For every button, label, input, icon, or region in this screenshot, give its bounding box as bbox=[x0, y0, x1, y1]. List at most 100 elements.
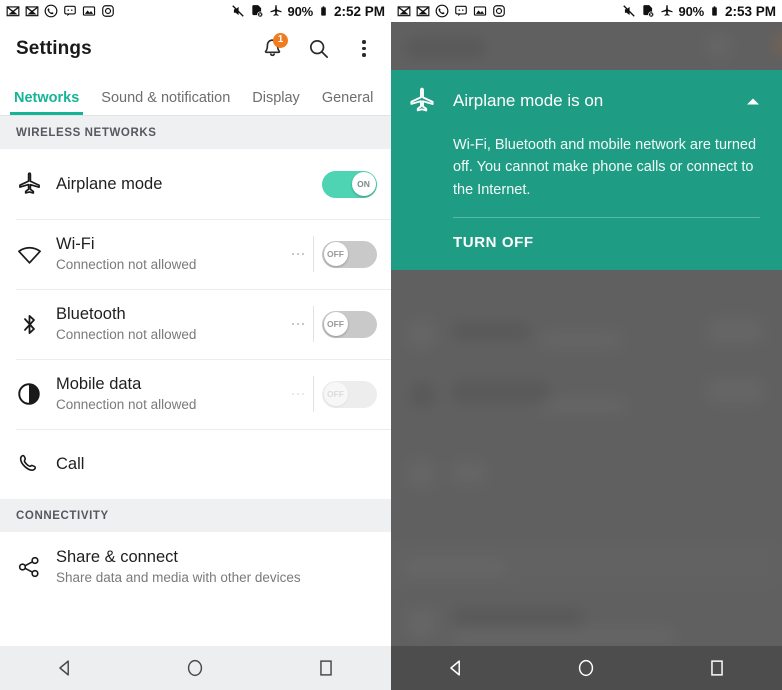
battery-icon bbox=[712, 6, 717, 16]
toggle-bluetooth[interactable]: OFF bbox=[322, 310, 377, 338]
tab-networks[interactable]: Networks bbox=[9, 90, 84, 115]
list-item-subtitle: Connection not allowed bbox=[56, 256, 197, 272]
back-icon bbox=[59, 660, 70, 676]
status-bar: 90% 2:52 PM bbox=[0, 0, 391, 22]
home-button[interactable] bbox=[560, 651, 612, 685]
list-item-wifi[interactable]: Wi-Fi Connection not allowed OFF bbox=[0, 219, 391, 289]
home-button[interactable] bbox=[169, 651, 221, 685]
airplane-icon bbox=[270, 5, 282, 16]
status-bar-system-icons: 90% 2:53 PM bbox=[622, 4, 776, 19]
list-item-share-connect[interactable]: Share & connect Share data and media wit… bbox=[0, 532, 391, 602]
phone-circle-icon bbox=[435, 4, 449, 18]
toggle-knob-label: OFF bbox=[323, 312, 348, 336]
page-title: Settings bbox=[16, 37, 92, 59]
chevron-up-icon bbox=[747, 98, 759, 104]
airplane-icon bbox=[661, 5, 673, 16]
toggle-knob-label: ON bbox=[351, 172, 376, 196]
mobile-data-icon bbox=[16, 381, 56, 407]
recents-icon bbox=[320, 660, 332, 676]
row-overflow-icon[interactable] bbox=[285, 392, 311, 396]
toggle-mobile-data[interactable]: OFF bbox=[322, 380, 377, 408]
notifications-bell-button[interactable]: 1 bbox=[259, 32, 288, 62]
right-phone-panel: 90% 2:53 PM Airplane mode is on Wi-Fi, B… bbox=[391, 0, 782, 690]
airplane-mode-dialog: Airplane mode is on Wi-Fi, Bluetooth and… bbox=[391, 70, 782, 271]
gmail-icon bbox=[416, 6, 430, 17]
dialog-actions: TURN OFF bbox=[391, 218, 782, 270]
toggle-airplane-mode[interactable]: ON bbox=[322, 170, 377, 198]
section-header-connectivity: CONNECTIVITY bbox=[0, 499, 391, 532]
clock-label: 2:52 PM bbox=[333, 3, 385, 19]
recents-button[interactable] bbox=[300, 651, 352, 685]
clock-label: 2:53 PM bbox=[724, 3, 776, 19]
search-button[interactable] bbox=[305, 36, 331, 62]
message-icon bbox=[455, 5, 467, 17]
recents-button[interactable] bbox=[691, 651, 743, 685]
toggle-knob-label: OFF bbox=[323, 242, 348, 266]
list-item-title: Bluetooth bbox=[56, 305, 126, 324]
row-divider bbox=[313, 306, 314, 342]
list-item-subtitle: Connection not allowed bbox=[56, 396, 197, 412]
airplane-icon bbox=[407, 86, 453, 116]
status-bar: 90% 2:53 PM bbox=[391, 0, 782, 22]
list-item-text: Mobile data Connection not allowed bbox=[56, 374, 285, 414]
camera-icon bbox=[493, 5, 505, 17]
sync-off-icon bbox=[642, 5, 654, 18]
recents-icon bbox=[711, 660, 723, 676]
toggle-wifi[interactable]: OFF bbox=[322, 240, 377, 268]
list-item-bluetooth[interactable]: Bluetooth Connection not allowed OFF bbox=[0, 289, 391, 359]
share-icon bbox=[16, 554, 56, 580]
turn-off-button[interactable]: TURN OFF bbox=[453, 234, 534, 251]
list-item-subtitle: Share data and media with other devices bbox=[56, 569, 301, 585]
dimmed-settings-background: 90% 2:53 PM Airplane mode is on Wi-Fi, B… bbox=[391, 0, 782, 690]
phone-circle-icon bbox=[44, 4, 58, 18]
list-item-text: Airplane mode bbox=[56, 174, 322, 195]
photo-icon bbox=[82, 6, 96, 16]
gmail-icon bbox=[397, 6, 411, 17]
list-item-title: Mobile data bbox=[56, 375, 142, 394]
tab-display[interactable]: Display bbox=[250, 90, 302, 115]
tab-sound-notification[interactable]: Sound & notification bbox=[99, 90, 232, 115]
overflow-menu-button[interactable] bbox=[351, 36, 377, 62]
dialog-title: Airplane mode is on bbox=[453, 91, 604, 110]
search-icon bbox=[309, 39, 328, 58]
toggle-knob-label: OFF bbox=[323, 382, 348, 406]
battery-percent-label: 90% bbox=[678, 3, 705, 19]
row-overflow-icon[interactable] bbox=[285, 252, 311, 256]
row-overflow-icon[interactable] bbox=[285, 322, 311, 326]
list-item-title: Call bbox=[56, 454, 85, 473]
list-item-subtitle: Connection not allowed bbox=[56, 326, 197, 342]
list-item-call[interactable]: Call bbox=[0, 429, 391, 499]
gmail-icon bbox=[25, 6, 39, 17]
status-bar-app-icons bbox=[6, 4, 115, 18]
message-icon bbox=[64, 5, 76, 17]
list-item-text: Share & connect Share data and media wit… bbox=[56, 547, 377, 587]
list-item-text: Bluetooth Connection not allowed bbox=[56, 304, 285, 344]
photo-icon bbox=[473, 6, 487, 16]
list-item-title: Share & connect bbox=[56, 548, 178, 567]
system-navigation-bar bbox=[0, 646, 391, 690]
overflow-menu-icon bbox=[362, 40, 366, 57]
row-divider bbox=[313, 236, 314, 272]
status-bar-app-icons bbox=[397, 4, 506, 18]
status-bar-system-icons: 90% 2:52 PM bbox=[231, 4, 385, 19]
back-button[interactable] bbox=[39, 651, 91, 685]
dialog-header: Airplane mode is on bbox=[391, 70, 782, 130]
left-phone-panel: 90% 2:52 PM Settings 1 Networks Sound & … bbox=[0, 0, 391, 690]
app-bar: Settings 1 bbox=[0, 22, 391, 75]
list-item-airplane-mode[interactable]: Airplane mode ON bbox=[0, 149, 391, 219]
home-icon bbox=[188, 659, 203, 677]
dialog-collapse-button[interactable] bbox=[740, 96, 766, 107]
tab-general[interactable]: General bbox=[320, 90, 376, 115]
list-item-text: Wi-Fi Connection not allowed bbox=[56, 234, 285, 274]
back-button[interactable] bbox=[430, 651, 482, 685]
bluetooth-icon bbox=[16, 311, 56, 338]
dual-screenshot-stage: 90% 2:52 PM Settings 1 Networks Sound & … bbox=[0, 0, 782, 690]
mute-icon bbox=[622, 5, 635, 17]
notification-badge: 1 bbox=[273, 32, 288, 48]
section-header-wireless-networks: WIRELESS NETWORKS bbox=[0, 116, 391, 149]
list-item-mobile-data[interactable]: Mobile data Connection not allowed OFF bbox=[0, 359, 391, 429]
wifi-icon bbox=[16, 241, 56, 268]
list-item-title: Airplane mode bbox=[56, 174, 163, 193]
app-bar-actions: 1 bbox=[259, 32, 377, 62]
camera-icon bbox=[102, 5, 114, 17]
